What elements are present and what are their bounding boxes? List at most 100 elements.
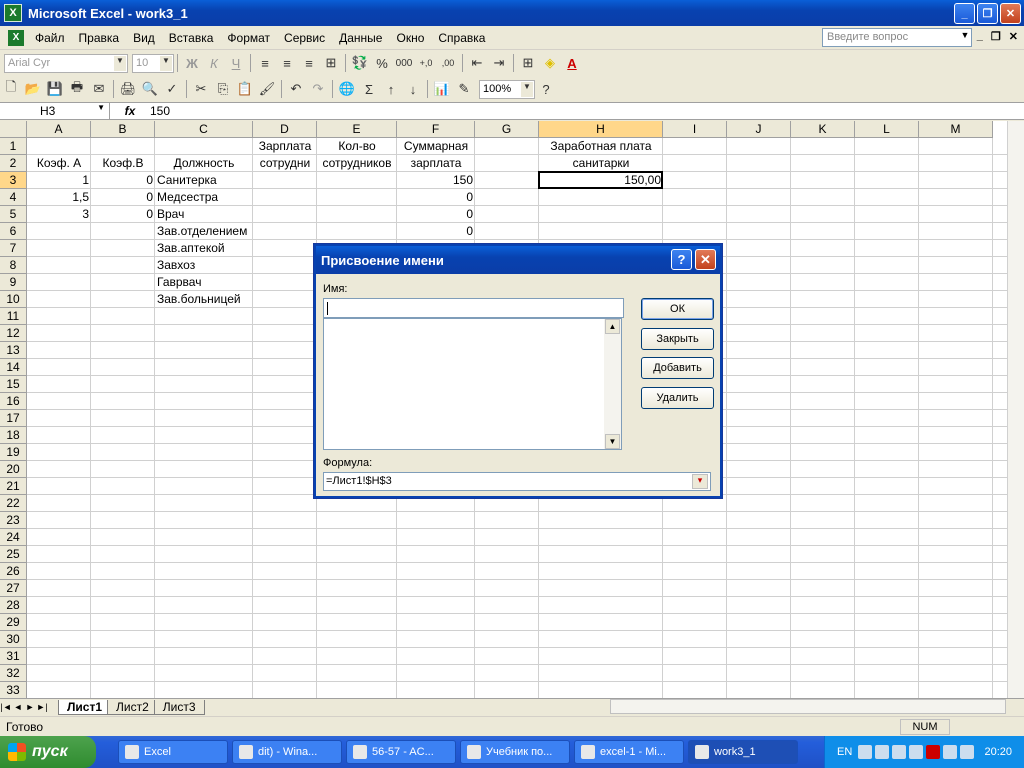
- row-header-12[interactable]: 12: [0, 325, 27, 342]
- column-header-b[interactable]: B: [91, 121, 155, 138]
- ask-dropdown-icon[interactable]: ▼: [958, 30, 972, 45]
- row-header-24[interactable]: 24: [0, 529, 27, 546]
- close-icon[interactable]: ✕: [695, 249, 716, 270]
- cell-f6[interactable]: 0: [397, 223, 475, 240]
- doc-close-button[interactable]: ✕: [1009, 30, 1018, 43]
- increase-decimal-icon[interactable]: +,0: [415, 52, 437, 74]
- align-left-icon[interactable]: ≡: [254, 52, 276, 74]
- language-indicator[interactable]: EN: [837, 746, 852, 758]
- row-header-19[interactable]: 19: [0, 444, 27, 461]
- prev-sheet-icon[interactable]: ◄: [12, 702, 24, 712]
- vertical-scrollbar[interactable]: [1007, 121, 1024, 698]
- font-select[interactable]: Arial Cyr ▼: [4, 53, 128, 73]
- cell-d1[interactable]: Зарплата: [253, 138, 317, 155]
- cell-a3[interactable]: 1: [27, 172, 91, 189]
- cell-b5[interactable]: 0: [91, 206, 155, 223]
- bold-icon[interactable]: Ж: [181, 52, 203, 74]
- cell-c7[interactable]: Зав.аптекой: [155, 240, 263, 257]
- row-header-33[interactable]: 33: [0, 682, 27, 698]
- row-header-7[interactable]: 7: [0, 240, 27, 257]
- delete-button[interactable]: Удалить: [641, 387, 714, 409]
- cell-f4[interactable]: 0: [397, 189, 475, 206]
- increase-indent-icon[interactable]: ⇥: [488, 52, 510, 74]
- row-header-17[interactable]: 17: [0, 410, 27, 427]
- help-button[interactable]: ?: [671, 249, 692, 270]
- antivirus-icon[interactable]: [909, 745, 924, 759]
- menu-format[interactable]: Формат: [220, 31, 277, 45]
- last-sheet-icon[interactable]: ►|: [36, 702, 48, 712]
- row-header-8[interactable]: 8: [0, 257, 27, 274]
- task-excel-1[interactable]: excel-1 - Mi...: [574, 740, 684, 764]
- row-header-18[interactable]: 18: [0, 427, 27, 444]
- name-box[interactable]: H3 ▼: [0, 103, 110, 119]
- font-color-icon[interactable]: A: [561, 52, 583, 74]
- doc-minimize-button[interactable]: _: [977, 30, 983, 43]
- cell-e2[interactable]: сотрудников: [317, 155, 397, 172]
- scroll-up-icon[interactable]: ▲: [605, 319, 620, 334]
- row-header-10[interactable]: 10: [0, 291, 27, 308]
- menu-window[interactable]: Окно: [389, 31, 431, 45]
- cell-d2[interactable]: сотрудни: [253, 155, 317, 172]
- row-header-9[interactable]: 9: [0, 274, 27, 291]
- row-header-29[interactable]: 29: [0, 614, 27, 631]
- row-header-4[interactable]: 4: [0, 189, 27, 206]
- network-icon[interactable]: [875, 745, 890, 759]
- underline-icon[interactable]: Ч: [225, 52, 247, 74]
- name-input[interactable]: [323, 298, 624, 318]
- row-header-27[interactable]: 27: [0, 580, 27, 597]
- task-acdsee[interactable]: 56-57 - AC...: [346, 740, 456, 764]
- row-header-6[interactable]: 6: [0, 223, 27, 240]
- column-header-l[interactable]: L: [855, 121, 919, 138]
- sheet-tab-3[interactable]: Лист3: [153, 699, 205, 715]
- task-winamp[interactable]: dit) - Wina...: [232, 740, 342, 764]
- undo-icon[interactable]: ↶: [285, 78, 307, 100]
- cell-c9[interactable]: Гаврвач: [155, 274, 263, 291]
- fx-icon[interactable]: fx: [110, 104, 150, 118]
- currency-icon[interactable]: 💱: [349, 52, 371, 74]
- chart-wizard-icon[interactable]: 📊: [431, 78, 453, 100]
- column-header-j[interactable]: J: [727, 121, 791, 138]
- formula-field[interactable]: =Лист1!$H$3 ▾: [323, 472, 711, 491]
- redo-icon[interactable]: ↷: [307, 78, 329, 100]
- close-button[interactable]: Закрыть: [641, 328, 714, 350]
- start-button[interactable]: пуск: [0, 736, 96, 768]
- menu-edit[interactable]: Правка: [72, 31, 127, 45]
- row-header-25[interactable]: 25: [0, 546, 27, 563]
- row-header-23[interactable]: 23: [0, 512, 27, 529]
- cell-f5[interactable]: 0: [397, 206, 475, 223]
- warning-icon[interactable]: [943, 745, 958, 759]
- column-header-c[interactable]: C: [155, 121, 253, 138]
- row-header-2[interactable]: 2: [0, 155, 27, 172]
- row-header-3[interactable]: 3: [0, 172, 27, 189]
- drawing-icon[interactable]: ✎: [453, 78, 475, 100]
- cell-h2[interactable]: санитарки: [539, 155, 663, 172]
- cell-c4[interactable]: Медсестра: [155, 189, 263, 206]
- autosum-icon[interactable]: Σ: [358, 78, 380, 100]
- paste-icon[interactable]: 📋: [234, 78, 256, 100]
- column-header-a[interactable]: A: [27, 121, 91, 138]
- menu-tools[interactable]: Сервис: [277, 31, 332, 45]
- cell-f3[interactable]: 150: [397, 172, 475, 189]
- row-header-26[interactable]: 26: [0, 563, 27, 580]
- sort-desc-icon[interactable]: ↓: [402, 78, 424, 100]
- select-all-corner[interactable]: [0, 121, 27, 138]
- font-size-select[interactable]: 10 ▼: [132, 53, 174, 73]
- merge-center-icon[interactable]: ⊞: [320, 52, 342, 74]
- format-painter-icon[interactable]: 🖌: [256, 78, 278, 100]
- close-window-button[interactable]: ✕: [1000, 3, 1021, 24]
- doc-restore-button[interactable]: ❐: [991, 30, 1001, 43]
- sheet-tab-1[interactable]: Лист1: [58, 699, 112, 715]
- sort-asc-icon[interactable]: ↑: [380, 78, 402, 100]
- percent-icon[interactable]: %: [371, 52, 393, 74]
- cell-c8[interactable]: Завхоз: [155, 257, 263, 274]
- column-header-g[interactable]: G: [475, 121, 539, 138]
- row-header-13[interactable]: 13: [0, 342, 27, 359]
- ok-button[interactable]: ОК: [641, 298, 714, 320]
- align-center-icon[interactable]: ≡: [276, 52, 298, 74]
- cell-b2[interactable]: Коэф.В: [91, 155, 155, 172]
- window-titlebar[interactable]: X Microsoft Excel - work3_1 _ ❐ ✕: [0, 0, 1024, 26]
- help-icon[interactable]: ?: [535, 78, 557, 100]
- column-header-e[interactable]: E: [317, 121, 397, 138]
- cell-h1[interactable]: Заработная плата: [539, 138, 663, 155]
- row-header-20[interactable]: 20: [0, 461, 27, 478]
